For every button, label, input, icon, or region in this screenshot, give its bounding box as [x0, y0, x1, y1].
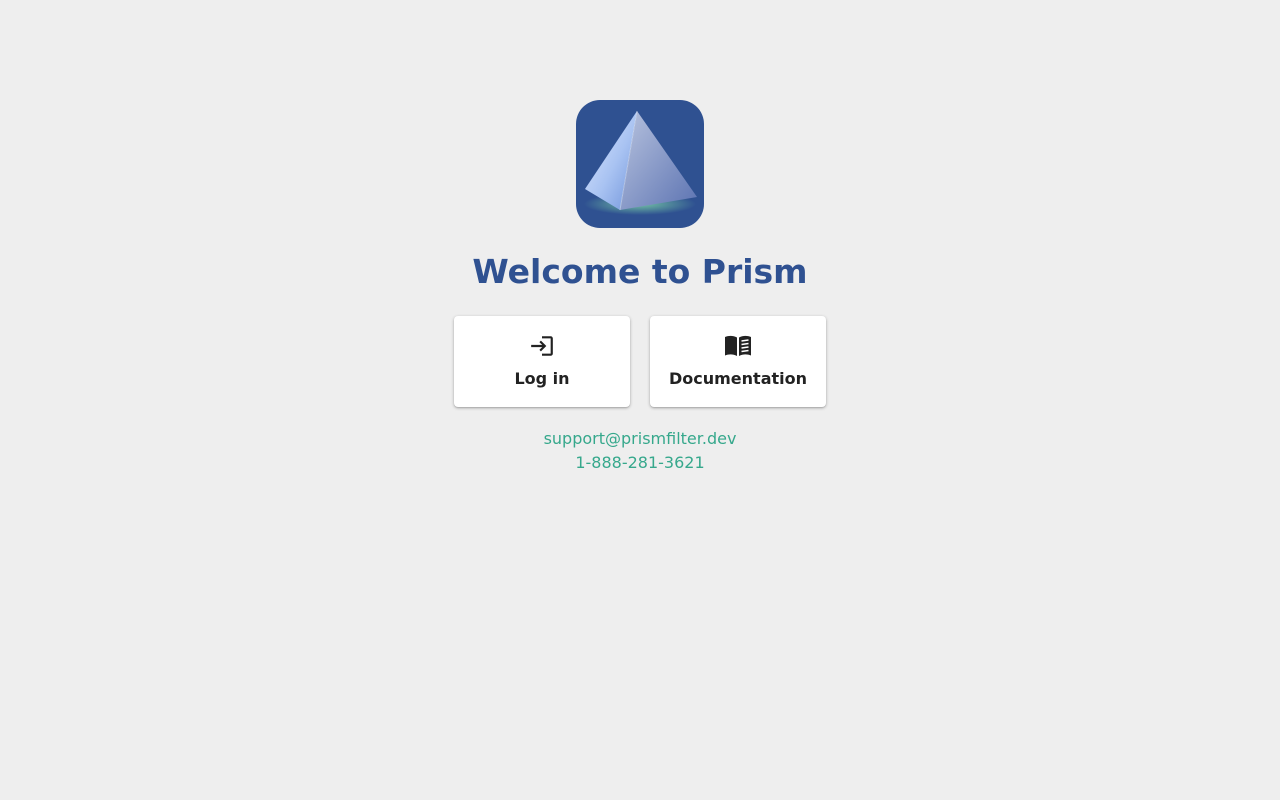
- login-button[interactable]: Log in: [454, 316, 630, 407]
- welcome-page: Welcome to Prism Log in Documentation su…: [0, 0, 1280, 800]
- documentation-button[interactable]: Documentation: [650, 316, 826, 407]
- documentation-label: Documentation: [668, 369, 808, 388]
- support-email-link[interactable]: support@prismfilter.dev: [0, 428, 1280, 450]
- page-title: Welcome to Prism: [472, 252, 808, 291]
- book-icon: [650, 333, 826, 359]
- prism-logo-icon: [576, 100, 704, 228]
- login-icon: [454, 333, 630, 359]
- action-cards: Log in Documentation: [454, 316, 826, 407]
- login-label: Log in: [514, 369, 570, 388]
- support-phone-link[interactable]: 1-888-281-3621: [0, 452, 1280, 474]
